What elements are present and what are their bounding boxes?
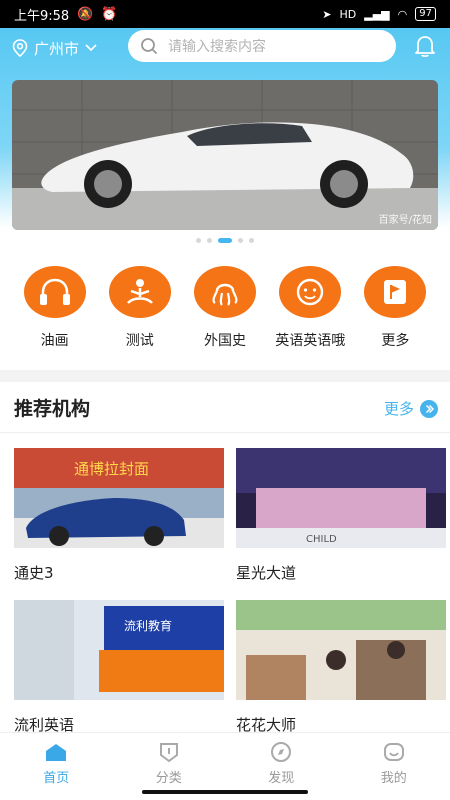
- mute-icon: 🔕: [77, 6, 94, 22]
- carousel-dot[interactable]: [249, 238, 254, 243]
- institution-image: 流利教育: [14, 600, 224, 700]
- section-line: [0, 432, 450, 433]
- search-input[interactable]: 请输入搜索内容: [128, 30, 396, 62]
- carousel-dots: [0, 238, 450, 243]
- flag-icon: [384, 280, 407, 304]
- category-item[interactable]: 外国史: [182, 266, 267, 350]
- profile-icon: [383, 743, 404, 761]
- location-pin-icon: [12, 39, 28, 57]
- category-label: 英语英语哦: [275, 333, 346, 349]
- tab-label: 我的: [380, 771, 407, 786]
- tab-label: 分类: [155, 771, 182, 786]
- carousel-dot[interactable]: [196, 238, 201, 243]
- category-item[interactable]: 测试: [97, 266, 182, 350]
- city-name: 广州市: [34, 39, 80, 58]
- category-label: 外国史: [204, 333, 246, 349]
- section-divider: [0, 370, 450, 382]
- section-title: 推荐机构: [14, 398, 91, 420]
- network-label: HD: [339, 7, 357, 21]
- octopus-icon: [212, 283, 238, 306]
- compass-icon: [271, 742, 292, 762]
- category-label: 测试: [125, 333, 154, 349]
- banner-credit: 百家号/花知: [378, 215, 432, 226]
- institution-image: CHILD: [236, 448, 446, 548]
- bell-icon[interactable]: [414, 34, 436, 58]
- city-selector[interactable]: 广州市: [12, 38, 97, 59]
- category-item[interactable]: 油画: [12, 266, 97, 350]
- category-item[interactable]: 英语英语哦: [268, 266, 353, 350]
- category-icon-bg: [108, 266, 171, 318]
- battery-level: 97: [415, 7, 436, 21]
- home-indicator: [142, 790, 308, 794]
- institution-card[interactable]: 花花大师: [236, 600, 446, 735]
- tab-home[interactable]: 首页: [0, 733, 113, 800]
- carousel-dot[interactable]: [207, 238, 212, 243]
- home-page: 上午9:58 🔕 ⏰ ➤ HD ▂▄▆ ◠ 97 广州市 请输入搜索内容 百家号…: [0, 0, 450, 800]
- search-placeholder: 请输入搜索内容: [168, 39, 266, 55]
- more-button[interactable]: 更多: [384, 398, 438, 419]
- institution-card[interactable]: CHILD 星光大道: [236, 448, 446, 583]
- institution-name: 通史3: [14, 564, 54, 582]
- institution-image-text: 流利教育: [124, 618, 172, 633]
- carousel-dot[interactable]: [238, 238, 243, 243]
- institution-image-text: CHILD: [306, 534, 337, 545]
- chevron-down-icon: [85, 44, 97, 52]
- alarm-icon: ⏰: [101, 6, 118, 22]
- category-label: 油画: [40, 333, 69, 349]
- status-time: 上午9:58: [14, 8, 70, 24]
- headphones-icon: [39, 278, 70, 305]
- more-label: 更多: [383, 400, 414, 418]
- search-icon: [141, 38, 158, 55]
- chevron-right-circle-icon: [420, 399, 438, 418]
- carousel-dot-active[interactable]: [218, 238, 232, 243]
- banner-carousel[interactable]: 百家号/花知: [12, 80, 438, 230]
- institution-image-text: 通博拉封面: [74, 460, 149, 478]
- meditation-icon: [126, 279, 153, 304]
- institution-name: 星光大道: [236, 564, 297, 582]
- baby-face-icon: [297, 278, 324, 306]
- category-icon-bg: [279, 266, 342, 318]
- institution-card[interactable]: 通博拉封面 通史3: [14, 448, 224, 583]
- category-icon-bg: [364, 266, 427, 318]
- institution-image: [236, 600, 446, 700]
- category-label: 更多: [381, 333, 410, 349]
- category-icon-bg: [23, 266, 86, 318]
- banner-car-image: [12, 80, 438, 230]
- signal-icon: ▂▄▆: [364, 7, 390, 21]
- tab-label: 首页: [43, 771, 70, 786]
- tab-profile[interactable]: 我的: [338, 733, 450, 800]
- institution-card[interactable]: 流利教育 流利英语: [14, 600, 224, 735]
- category-icon: [159, 743, 178, 763]
- top-bar: 广州市 请输入搜索内容: [0, 28, 450, 68]
- category-grid: 油画 测试 外国史 英语英语哦 更多: [0, 266, 450, 350]
- wifi-icon: ◠: [397, 7, 408, 21]
- tab-label: 发现: [268, 771, 295, 786]
- home-icon: [46, 744, 67, 761]
- category-item[interactable]: 更多: [353, 266, 438, 350]
- status-bar: 上午9:58 🔕 ⏰ ➤ HD ▂▄▆ ◠ 97: [0, 0, 450, 28]
- category-icon-bg: [194, 266, 256, 318]
- institution-image: 通博拉封面: [14, 448, 224, 548]
- location-arrow-icon: ➤: [322, 7, 332, 21]
